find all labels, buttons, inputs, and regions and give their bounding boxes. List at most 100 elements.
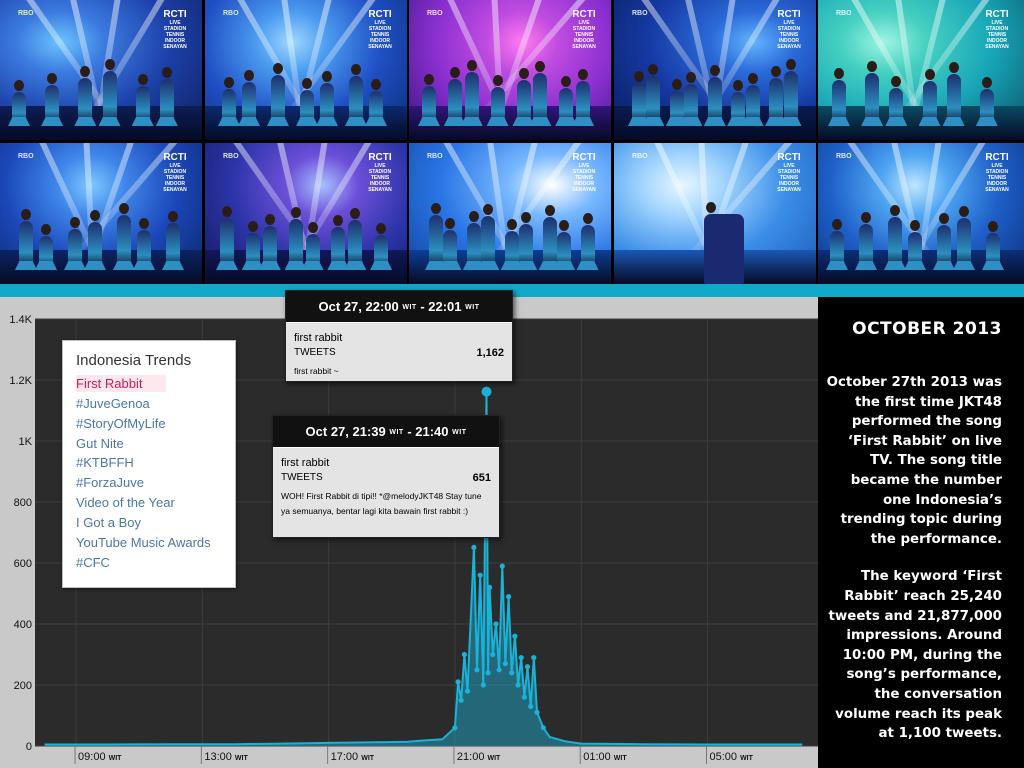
data-point bbox=[506, 594, 512, 600]
performance-photo: RBO RCTI LIVE STADION TENNIS INDOOR SENAYAN bbox=[614, 0, 816, 140]
y-tick-label: 1.2K bbox=[9, 375, 32, 387]
y-tick-label: 200 bbox=[14, 680, 32, 692]
trend-item[interactable]: Gut Nite bbox=[76, 436, 211, 456]
data-point bbox=[452, 725, 458, 731]
tooltip-keyword: first rabbit bbox=[281, 457, 330, 469]
channel-label: RBO bbox=[223, 10, 239, 17]
broadcaster-logo: RCTI LIVE STADION TENNIS INDOOR SENAYAN bbox=[163, 152, 187, 194]
data-point bbox=[524, 664, 531, 670]
story-paragraph: October 27th 2013 was the first time JKT… bbox=[826, 375, 1002, 547]
performance-photo: RBO RCTI LIVE STADION TENNIS INDOOR SENAYAN bbox=[0, 143, 202, 284]
tooltip-metric-label: TWEETS bbox=[294, 347, 336, 358]
tooltip-time-end: 22:01 bbox=[428, 299, 462, 314]
data-point bbox=[496, 667, 502, 673]
story-paragraph: The keyword ‘First Rabbit’ reach 25,240 … bbox=[828, 569, 1003, 742]
tooltip-tz: WIT bbox=[402, 304, 417, 312]
tooltip-keyword: first rabbit bbox=[294, 332, 343, 344]
photo-collage: RBO RCTI LIVE STADION TENNIS INDOOR SENAYAN… bbox=[0, 0, 1024, 284]
y-tick-label: 0 bbox=[26, 741, 32, 753]
broadcaster-logo: RCTI LIVE STADION TENNIS INDOOR SENAYAN bbox=[985, 9, 1009, 51]
performance-photo: RBO RCTI LIVE STADION TENNIS INDOOR SENAYAN bbox=[818, 0, 1024, 140]
broadcaster-logo: RCTI LIVE STADION TENNIS INDOOR SENAYAN bbox=[985, 152, 1009, 194]
tooltip-tz: WIT bbox=[452, 429, 467, 437]
data-point bbox=[490, 651, 496, 658]
performance-photo: RBO RCTI LIVE STADION TENNIS INDOOR SENAYAN bbox=[614, 143, 816, 284]
x-tick-label: 13:00 WIT bbox=[204, 751, 248, 763]
trend-item[interactable]: YouTube Music Awards bbox=[76, 535, 211, 555]
channel-label: RBO bbox=[632, 153, 648, 160]
x-tick-label: 05:00 WIT bbox=[709, 751, 753, 763]
channel-label: RBO bbox=[223, 153, 239, 160]
channel-label: RBO bbox=[18, 10, 34, 17]
story-title: OCTOBER 2013 bbox=[852, 319, 1002, 339]
broadcaster-logo: RCTI LIVE STADION TENNIS INDOOR SENAYAN bbox=[777, 152, 801, 194]
channel-label: RBO bbox=[836, 10, 852, 17]
data-point bbox=[487, 584, 493, 590]
y-tick-label: 600 bbox=[14, 558, 32, 570]
tooltip-quote: first rabbit ~ bbox=[294, 366, 339, 376]
peak-tooltip: Oct 27, 22:00 WIT - 22:01 WIT first rabb… bbox=[285, 290, 513, 382]
trend-item[interactable]: #KTBFFH bbox=[76, 455, 211, 475]
trend-item[interactable]: #JuveGenoa bbox=[76, 396, 211, 416]
broadcaster-logo: RCTI LIVE STADION TENNIS INDOOR SENAYAN bbox=[368, 152, 392, 194]
tooltip-tz: WIT bbox=[389, 429, 404, 437]
performance-photo: RBO RCTI LIVE STADION TENNIS INDOOR SENAYAN bbox=[205, 143, 407, 284]
data-point bbox=[531, 655, 537, 661]
trend-item[interactable]: #StoryOfMyLife bbox=[76, 416, 211, 436]
y-tick-label: 1K bbox=[19, 436, 33, 448]
x-tick-label: 17:00 WIT bbox=[331, 751, 375, 763]
tooltip-time-start: Oct 27, 21:39 bbox=[305, 424, 386, 439]
broadcaster-logo: RCTI LIVE STADION TENNIS INDOOR SENAYAN bbox=[777, 9, 801, 51]
performance-photo: RBO RCTI LIVE STADION TENNIS INDOOR SENAYAN bbox=[409, 143, 611, 284]
data-point bbox=[477, 572, 483, 578]
x-tick-label: 21:00 WIT bbox=[457, 751, 501, 763]
data-point bbox=[499, 563, 505, 569]
trends-list: First Rabbit #JuveGenoa #StoryOfMyLife G… bbox=[76, 375, 211, 575]
data-point bbox=[485, 670, 491, 676]
data-point bbox=[461, 651, 467, 658]
broadcaster-logo: RCTI LIVE STADION TENNIS INDOOR SENAYAN bbox=[572, 152, 596, 194]
x-tick-label: 01:00 WIT bbox=[583, 751, 627, 763]
data-point bbox=[512, 633, 518, 639]
y-tick-label: 400 bbox=[14, 619, 32, 631]
tooltip-header: Oct 27, 22:00 WIT - 22:01 WIT bbox=[286, 291, 512, 322]
tooltip-header: Oct 27, 21:39 WIT - 21:40 WIT bbox=[273, 416, 499, 447]
data-point bbox=[455, 679, 461, 685]
tooltip-quote: WOH! First Rabbit di tipi!! *@melodyJKT4… bbox=[281, 491, 482, 516]
peak-marker bbox=[481, 386, 492, 397]
data-point bbox=[534, 709, 540, 715]
data-point bbox=[480, 682, 486, 688]
y-tick-label: 800 bbox=[14, 497, 32, 509]
data-point bbox=[474, 667, 480, 673]
trend-item[interactable]: #CFC bbox=[76, 555, 211, 575]
data-point bbox=[509, 670, 515, 676]
data-point bbox=[521, 694, 528, 700]
data-point bbox=[471, 544, 477, 550]
data-point bbox=[515, 682, 521, 688]
trend-item[interactable]: #ForzaJuve bbox=[76, 475, 211, 495]
performance-photo: RBO RCTI LIVE STADION TENNIS INDOOR SENAYAN bbox=[205, 0, 407, 140]
trends-box: Indonesia Trends First Rabbit #JuveGenoa… bbox=[62, 340, 236, 588]
data-point bbox=[502, 661, 508, 667]
data-point bbox=[528, 703, 534, 709]
tooltip-time-start: Oct 27, 22:00 bbox=[318, 299, 399, 314]
channel-label: RBO bbox=[18, 153, 34, 160]
trend-item[interactable]: Video of the Year bbox=[76, 495, 211, 515]
broadcaster-logo: RCTI LIVE STADION TENNIS INDOOR SENAYAN bbox=[163, 9, 187, 51]
tooltip-tz: WIT bbox=[465, 304, 480, 312]
channel-label: RBO bbox=[427, 153, 443, 160]
performance-photo: RBO RCTI LIVE STADION TENNIS INDOOR SENAYAN bbox=[409, 0, 611, 140]
x-tick-label: 09:00 WIT bbox=[78, 751, 122, 763]
tooltip-metric-label: TWEETS bbox=[281, 472, 323, 483]
story-panel: OCTOBER 2013 October 27th 2013 was the f… bbox=[818, 297, 1024, 768]
trend-item[interactable]: I Got a Boy bbox=[76, 515, 211, 535]
tooltip-count: 1,162 bbox=[476, 347, 504, 359]
channel-label: RBO bbox=[632, 10, 648, 17]
trend-item[interactable]: First Rabbit bbox=[76, 375, 211, 396]
trends-title: Indonesia Trends bbox=[76, 352, 192, 369]
y-tick-label: 1.4K bbox=[9, 314, 32, 326]
data-point bbox=[493, 621, 499, 627]
story-body: October 27th 2013 was the first time JKT… bbox=[822, 373, 1002, 762]
tooltip-time-end: 21:40 bbox=[415, 424, 449, 439]
performance-photo: RBO RCTI LIVE STADION TENNIS INDOOR SENAYAN bbox=[0, 0, 202, 140]
